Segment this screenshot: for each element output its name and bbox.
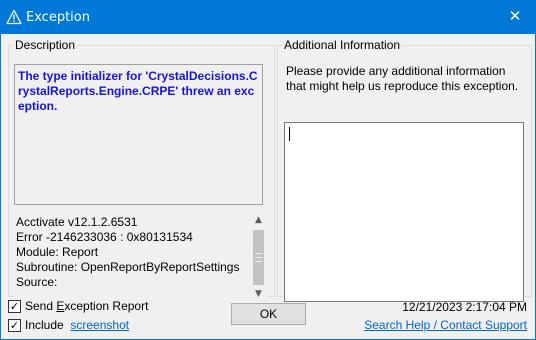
exception-message: The type initializer for 'CrystalDecisio… <box>14 64 263 205</box>
additional-info-legend: Additional Information <box>284 38 401 52</box>
detail-line: Acctivate v12.1.2.6531 <box>16 215 138 229</box>
scroll-down-icon[interactable]: ▼ <box>250 286 267 303</box>
description-legend: Description <box>15 38 76 52</box>
details-text: Acctivate v12.1.2.6531 Error -2146233036… <box>16 215 244 290</box>
timestamp: 12/21/2023 2:17:04 PM <box>402 300 527 314</box>
description-group: Description The type initializer for 'Cr… <box>8 38 275 303</box>
ok-button[interactable]: OK <box>231 303 306 325</box>
scroll-up-icon[interactable]: ▲ <box>250 212 267 229</box>
details-scrollbar[interactable]: ▲ ▼ <box>250 212 267 303</box>
additional-info-prompt: Please provide any additional informatio… <box>286 64 519 93</box>
detail-line: Error -2146233036 : 0x80131534 <box>16 230 193 244</box>
scroll-thumb[interactable] <box>253 230 264 285</box>
close-icon[interactable]: ✕ <box>505 6 525 26</box>
exception-dialog: Exception ✕ Description The type initial… <box>0 0 536 340</box>
window-title: Exception <box>26 10 90 25</box>
detail-line: Source: <box>16 275 58 289</box>
search-help-link[interactable]: Search Help / Contact Support <box>364 318 527 333</box>
detail-line: Subroutine: OpenReportByReportSettings <box>16 260 240 274</box>
additional-info-textarea[interactable] <box>284 122 524 302</box>
screenshot-link[interactable]: screenshot <box>70 318 129 332</box>
warning-icon <box>6 9 22 25</box>
send-report-checkbox[interactable]: ✓ <box>8 300 21 313</box>
title-bar[interactable]: Exception ✕ <box>1 1 535 34</box>
send-report-label[interactable]: Send Exception Report <box>25 299 148 314</box>
include-label[interactable]: Include screenshot <box>25 318 129 333</box>
include-screenshot-checkbox[interactable]: ✓ <box>8 319 21 332</box>
detail-line: Module: Report <box>16 245 99 259</box>
text-caret <box>289 127 290 141</box>
additional-info-group: Additional Information Please provide an… <box>277 38 532 302</box>
exception-details-list[interactable]: Acctivate v12.1.2.6531 Error -2146233036… <box>14 212 267 303</box>
